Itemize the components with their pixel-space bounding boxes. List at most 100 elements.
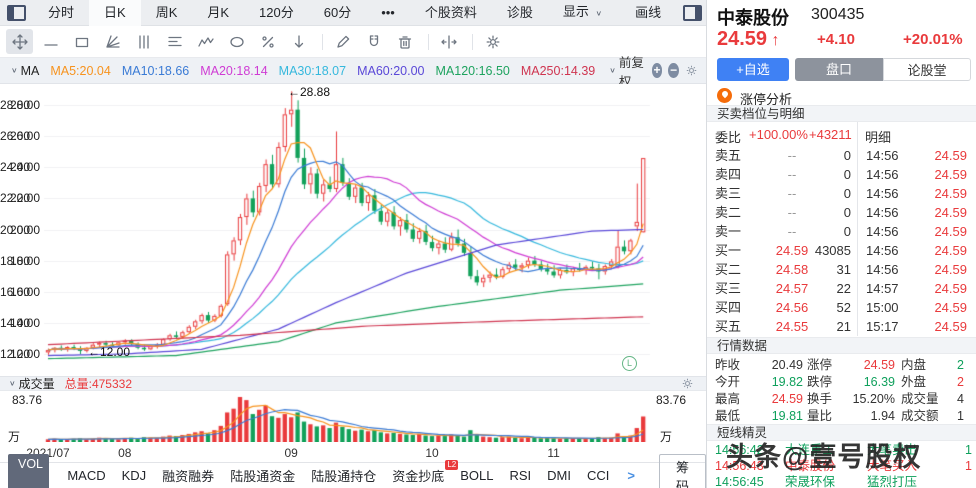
- y-axis-tick: 26.00: [0, 129, 40, 143]
- gann-fan-tool-icon[interactable]: [99, 29, 126, 54]
- tab-CCI[interactable]: CCI: [587, 468, 609, 483]
- detail-price: 24.59: [934, 260, 967, 279]
- tab-RSI[interactable]: RSI: [509, 468, 531, 483]
- level-price: --: [762, 165, 822, 184]
- level-volume: 31: [837, 260, 851, 279]
- tab-VOL[interactable]: VOL: [8, 454, 49, 488]
- volume-total: 总量:475332: [65, 375, 132, 392]
- tab-forum[interactable]: 论股堂: [883, 58, 971, 81]
- order-level-row[interactable]: 买五24.5521: [707, 317, 857, 336]
- tab-周K[interactable]: 周K: [141, 0, 193, 26]
- order-level-row[interactable]: 卖一--0: [707, 222, 857, 241]
- chevron-down-icon: ∨: [609, 66, 616, 75]
- volume-unit-right: 万: [660, 428, 672, 445]
- volume-label[interactable]: 成交量: [19, 375, 55, 392]
- ellipse-tool-icon[interactable]: [223, 29, 250, 54]
- percent-line-tool-icon[interactable]: [254, 29, 281, 54]
- settings-tool-icon[interactable]: [479, 29, 506, 54]
- order-level-row[interactable]: 买二24.5831: [707, 260, 857, 279]
- pencil-tool-icon[interactable]: [329, 29, 356, 54]
- tab-MACD[interactable]: MACD: [67, 468, 105, 483]
- level-price: 24.59: [762, 241, 822, 260]
- chart-settings-gear-icon[interactable]: [685, 64, 698, 77]
- expand-tool-icon[interactable]: [435, 29, 462, 54]
- tab-融资融券[interactable]: 融资融券: [162, 466, 214, 485]
- level-volume: 0: [844, 146, 851, 165]
- stock-info-panel: 中泰股份 300435 24.59 ↑ +4.10 +20.01% +自选 盘口…: [706, 0, 976, 488]
- order-level-row[interactable]: 买三 24.57 22: [707, 279, 857, 298]
- tab-DMI[interactable]: DMI: [547, 468, 571, 483]
- tab-KDJ[interactable]: KDJ: [122, 468, 147, 483]
- tab-BOLL[interactable]: BOLL: [460, 468, 493, 483]
- tab-pankou[interactable]: 盘口: [795, 58, 883, 81]
- tab-个股资料[interactable]: 个股资料: [410, 0, 492, 26]
- volume-pane-header: ∨ 成交量 总量:475332: [0, 376, 706, 391]
- chevron-down-icon: ∨: [9, 379, 16, 388]
- trade-detail-row: 14:5624.59: [857, 165, 976, 184]
- detail-time: 14:56: [866, 241, 899, 260]
- draw-line-button[interactable]: 画线: [620, 0, 676, 26]
- tab-60分[interactable]: 60分: [309, 0, 366, 26]
- vertical-lines-tool-icon[interactable]: [130, 29, 157, 54]
- market-value: 15.20%: [851, 391, 895, 408]
- arrow-down-tool-icon[interactable]: [285, 29, 312, 54]
- display-menu[interactable]: 显示 ∨: [548, 0, 620, 26]
- spirit-tail: 1: [965, 458, 972, 474]
- order-level-row[interactable]: 卖四--0: [707, 165, 857, 184]
- magnet-tool-icon[interactable]: [360, 29, 387, 54]
- price-change: +4.10: [817, 31, 855, 48]
- level-price: 24.55: [762, 317, 822, 336]
- volume-canvas[interactable]: [0, 391, 706, 442]
- fibonacci-tool-icon[interactable]: [161, 29, 188, 54]
- order-level-row[interactable]: 买四24.5652: [707, 298, 857, 317]
- collapse-left-panel-icon[interactable]: [7, 5, 26, 21]
- wave-tool-icon[interactable]: [192, 29, 219, 54]
- level-label: 买三: [715, 279, 741, 298]
- tab-分时[interactable]: 分时: [33, 0, 89, 26]
- volume-axis-max-left: 83.76: [2, 393, 42, 407]
- level-price: --: [762, 203, 822, 222]
- tab-日K[interactable]: 日K: [89, 0, 141, 26]
- market-label: 换手: [807, 391, 832, 408]
- more-indicators-arrow[interactable]: >: [627, 468, 635, 483]
- level-volume: 22: [837, 279, 851, 298]
- order-level-row[interactable]: 卖五--0: [707, 146, 857, 165]
- level-label: 买五: [715, 317, 741, 336]
- detail-price: 24.59: [934, 203, 967, 222]
- price-change-pct: +20.01%: [903, 31, 963, 48]
- tab-陆股通资金[interactable]: 陆股通资金: [230, 466, 295, 485]
- detail-price: 24.59: [934, 298, 967, 317]
- zoom-out-button[interactable]: −: [668, 63, 679, 78]
- x-axis-tick: 09: [285, 446, 298, 460]
- tab-120分[interactable]: 120分: [244, 0, 309, 26]
- collapse-right-panel-icon[interactable]: [683, 5, 702, 21]
- move-tool-icon[interactable]: [6, 29, 33, 54]
- level-price: 24.57: [762, 279, 822, 298]
- trash-tool-icon[interactable]: [391, 29, 418, 54]
- rectangle-tool-icon[interactable]: [68, 29, 95, 54]
- zoom-in-button[interactable]: +: [652, 63, 663, 78]
- tab-诊股[interactable]: 诊股: [492, 0, 548, 26]
- trendline-tool-icon[interactable]: [37, 29, 64, 54]
- kline-canvas[interactable]: [0, 84, 706, 376]
- order-level-row[interactable]: 卖三--0: [707, 184, 857, 203]
- tab-陆股通持仓[interactable]: 陆股通持仓: [311, 466, 376, 485]
- tab-资金抄底[interactable]: 资金抄底L2: [392, 466, 444, 485]
- add-favorite-button[interactable]: +自选: [717, 58, 789, 81]
- market-label: 外盘: [901, 374, 926, 391]
- ma-group-label[interactable]: MA: [21, 64, 40, 78]
- market-value: 20.49: [759, 357, 803, 374]
- market-data-header: 行情数据: [707, 337, 976, 354]
- watermark: 头条@壹号股权: [726, 435, 921, 474]
- market-value: 24.59: [759, 391, 803, 408]
- tab-月K[interactable]: 月K: [192, 0, 244, 26]
- spirit-event: 猛烈打压: [867, 474, 917, 488]
- ma-value-label: MA10:18.66: [122, 64, 189, 78]
- order-level-row[interactable]: 卖二--0: [707, 203, 857, 222]
- trade-detail-row: 14:5624.59: [857, 203, 976, 222]
- chips-distribution-button[interactable]: 筹码: [659, 454, 706, 488]
- volume-settings-gear-icon[interactable]: [681, 377, 694, 390]
- order-level-row[interactable]: 买一24.5943085: [707, 241, 857, 260]
- trade-detail-row: 14:5724.59: [857, 279, 976, 298]
- tab-•••[interactable]: •••: [366, 0, 410, 26]
